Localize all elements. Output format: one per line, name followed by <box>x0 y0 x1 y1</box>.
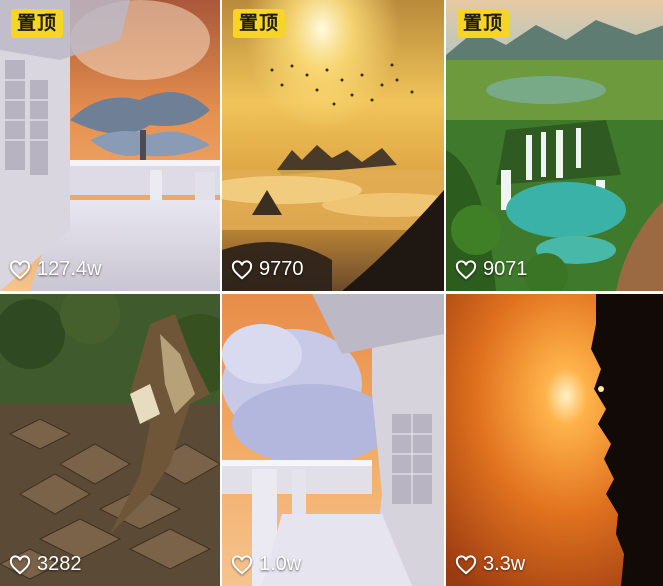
pinned-badge: 置顶 <box>457 9 510 38</box>
video-tile-2[interactable]: 置顶 9770 <box>222 0 444 291</box>
heart-outline-icon <box>9 554 31 574</box>
like-count: 127.4w <box>9 258 102 281</box>
heart-outline-icon <box>455 554 477 574</box>
video-grid: 置顶 127.4w 置顶 9770 置顶 9071 3282 1.0w 3.3w <box>0 0 663 586</box>
thumbnail-image <box>446 0 663 291</box>
heart-outline-icon <box>9 259 31 279</box>
like-count: 3282 <box>9 553 82 576</box>
video-tile-6[interactable]: 3.3w <box>446 294 663 586</box>
video-tile-3[interactable]: 置顶 9071 <box>446 0 663 291</box>
like-count-text: 9770 <box>259 258 304 280</box>
thumbnail-image <box>0 294 220 586</box>
thumbnail-image <box>222 294 444 586</box>
thumbnail-image <box>0 0 220 291</box>
like-count: 3.3w <box>455 553 525 576</box>
like-count-text: 9071 <box>483 258 528 280</box>
like-count: 9071 <box>455 258 528 281</box>
thumbnail-image <box>222 0 444 291</box>
heart-outline-icon <box>455 259 477 279</box>
like-count-text: 127.4w <box>37 258 102 280</box>
video-tile-4[interactable]: 3282 <box>0 294 220 586</box>
thumbnail-image <box>446 294 663 586</box>
like-count: 1.0w <box>231 553 301 576</box>
video-tile-1[interactable]: 置顶 127.4w <box>0 0 220 291</box>
video-tile-5[interactable]: 1.0w <box>222 294 444 586</box>
like-count-text: 1.0w <box>259 553 302 575</box>
pinned-badge: 置顶 <box>233 9 286 38</box>
heart-outline-icon <box>231 259 253 279</box>
like-count-text: 3.3w <box>483 553 526 575</box>
heart-outline-icon <box>231 554 253 574</box>
pinned-badge: 置顶 <box>11 9 64 38</box>
like-count-text: 3282 <box>37 553 82 575</box>
like-count: 9770 <box>231 258 304 281</box>
